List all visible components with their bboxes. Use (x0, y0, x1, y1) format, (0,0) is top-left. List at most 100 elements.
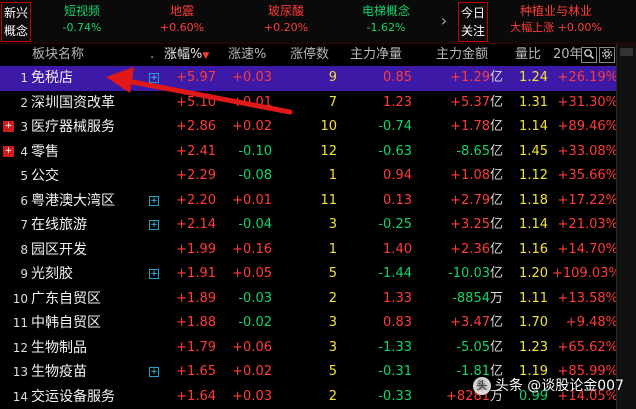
watermark-text: 头条 @谈股论金007 (494, 378, 624, 394)
row-index: 1 (20, 71, 28, 85)
col-name-header[interactable]: 板块名称 (32, 44, 84, 66)
amount-unit: 亿 (490, 192, 504, 208)
change-value: +5.10 (176, 94, 216, 110)
col-speed-header[interactable]: 涨速% (228, 44, 266, 66)
concept-item[interactable]: 短视频 -0.74% (42, 3, 122, 41)
change-value: +2.29 (176, 168, 216, 183)
concept-item[interactable]: 电梯概念 -1.62% (346, 3, 426, 41)
year-change-value: +26.19% (557, 70, 616, 85)
net-inflow-value: -0.31 (378, 364, 412, 379)
limit-up-count: 3 (328, 339, 337, 355)
speed-value: +0.03 (232, 388, 272, 404)
volume-ratio-value: 1.23 (519, 339, 548, 355)
amount-unit: 亿 (490, 168, 504, 183)
gear-icon[interactable] (599, 47, 615, 63)
search-icon[interactable] (581, 47, 597, 63)
col-ratio-header[interactable]: 量比 (515, 44, 541, 66)
add-watch-icon[interactable]: + (149, 220, 159, 230)
net-inflow-value: 0.13 (383, 192, 412, 208)
year-change-value: +9.48% (565, 315, 616, 330)
concept-name: 种植业与林业 (519, 4, 592, 18)
new-concept-tab[interactable]: 新兴概念 (1, 2, 31, 42)
year-change-value: +89.46% (557, 119, 616, 134)
concept-change: -0.74% (62, 21, 102, 34)
sector-name: 光刻胶 (31, 266, 73, 282)
main-amount-value: +1.78 (450, 119, 490, 134)
change-value: +1.88 (176, 315, 216, 330)
net-inflow-value: -1.33 (378, 339, 412, 355)
change-value: +2.41 (176, 143, 216, 159)
today-focus-tab[interactable]: 今日关注 (458, 2, 488, 42)
net-inflow-value: 0.83 (383, 315, 412, 330)
table-row[interactable]: 1 免税店 +5.97 +0.03 9 0.85 +1.29 亿 1.24 +26.19% + (0, 66, 616, 91)
sector-name: 零售 (31, 143, 59, 160)
speed-value: +0.06 (232, 339, 272, 355)
sector-name: 中韩自贸区 (31, 315, 101, 331)
concept-name: 地震 (169, 4, 194, 18)
add-watch-icon[interactable]: + (149, 367, 159, 377)
volume-ratio-value: 1.14 (519, 119, 548, 134)
main-amount-value: -5.05 (456, 339, 490, 355)
table-row[interactable]: 2 深圳国资改革 +5.10 +0.01 7 1.23 +5.37 亿 1.31 +31.30% (0, 91, 616, 116)
add-watch-icon[interactable]: + (149, 73, 159, 83)
row-index: 11 (12, 316, 28, 330)
table-row[interactable]: +4 零售 +2.41 -0.10 12 -0.63 -8.65 亿 1.45 +33.08% (0, 140, 616, 165)
change-value: +1.79 (176, 339, 216, 355)
row-index: 8 (20, 242, 28, 257)
speed-value: -0.02 (238, 315, 272, 330)
col-dot-header: . (150, 47, 155, 62)
row-index: 14 (12, 389, 28, 404)
limit-up-count: 3 (328, 315, 337, 330)
table-row[interactable]: 9 光刻胶 +1.91 +0.05 5 -1.44 -10.03 亿 1.20 +109.03% + (0, 262, 616, 287)
change-value: +2.14 (176, 217, 216, 232)
add-watch-icon[interactable]: + (149, 195, 159, 206)
limit-up-count: 12 (320, 143, 337, 159)
sector-name: 免税店 (31, 70, 73, 86)
year-change-value: +65.62% (557, 339, 616, 355)
table-row[interactable]: 8 园区开发 +1.99 +0.16 1 1.40 +2.36 亿 1.16 +14.70% (0, 238, 616, 263)
volume-ratio-value: 1.16 (519, 241, 548, 257)
concept-item[interactable]: 地震 +0.60% (142, 3, 222, 41)
sector-table-body: 1 免税店 +5.97 +0.03 9 0.85 +1.29 亿 1.24 +26.19% +2 深圳… (0, 66, 616, 409)
concept-item[interactable]: 玻尿酸 +0.20% (246, 3, 326, 41)
concept-item[interactable]: 种植业与林业 大幅上涨 +0.00% (494, 3, 618, 41)
speed-value: -0.08 (238, 168, 272, 183)
col-change-label: 涨幅% (164, 47, 203, 62)
volume-ratio-value: 1.45 (519, 143, 548, 159)
sector-name: 深圳国资改革 (31, 94, 115, 111)
year-change-value: +14.70% (557, 241, 616, 257)
limit-up-count: 7 (328, 94, 337, 110)
volume-ratio-value: 1.20 (519, 266, 548, 281)
scrollbar-thumb[interactable] (620, 48, 633, 56)
amount-unit: 亿 (490, 70, 504, 85)
concept-change: +0.60% (159, 21, 205, 34)
table-row[interactable]: 12 生物制品 +1.79 +0.06 3 -1.33 -5.05 亿 1.23 +65.62% (0, 336, 616, 361)
speed-value: +0.02 (232, 119, 272, 134)
table-row[interactable]: 6 粤港澳大湾区 +2.20 +0.01 11 0.13 +2.79 亿 1.18 +17.22%… (0, 189, 616, 214)
limit-up-count: 2 (328, 388, 337, 404)
vertical-scrollbar[interactable] (616, 44, 636, 409)
amount-unit: 万 (490, 290, 504, 306)
row-index: 5 (20, 169, 28, 183)
net-inflow-value: -0.33 (378, 388, 412, 404)
concept-change: 大幅上涨 +0.00% (510, 21, 602, 34)
sector-name: 医疗器械服务 (31, 119, 115, 135)
add-watch-icon[interactable]: + (149, 269, 159, 279)
col-year-header[interactable]: 20年 (553, 44, 583, 66)
table-row[interactable]: +3 医疗器械服务 +2.86 +0.02 10 -0.74 +1.78 亿 1.14 +89.4… (0, 115, 616, 140)
table-row[interactable]: 7 在线旅游 +2.14 -0.04 3 -0.25 +3.25 亿 1.14 +21.03% + (0, 213, 616, 238)
table-row[interactable]: 5 公交 +2.29 -0.08 1 0.94 +1.08 亿 1.12 +35.66% (0, 164, 616, 189)
amount-unit: 亿 (490, 266, 504, 281)
ticker-next-button[interactable]: › (436, 11, 452, 31)
year-change-value: +21.03% (557, 217, 616, 232)
limit-up-count: 2 (328, 290, 337, 306)
net-inflow-value: -0.25 (378, 217, 412, 232)
table-row[interactable]: 10 广东自贸区 +1.89 -0.03 2 1.33 -8854 万 1.11 +13.58% (0, 287, 616, 312)
speed-value: +0.01 (232, 94, 272, 110)
col-net-header[interactable]: 主力净量 (350, 44, 402, 66)
net-inflow-value: 0.85 (383, 70, 412, 85)
col-change-header[interactable]: 涨幅%▼ (164, 44, 209, 66)
table-row[interactable]: 11 中韩自贸区 +1.88 -0.02 3 0.83 +3.47 亿 1.70 +9.48% (0, 311, 616, 336)
col-limitup-header[interactable]: 涨停数 (290, 44, 329, 66)
col-amount-header[interactable]: 主力金额 (436, 44, 488, 66)
